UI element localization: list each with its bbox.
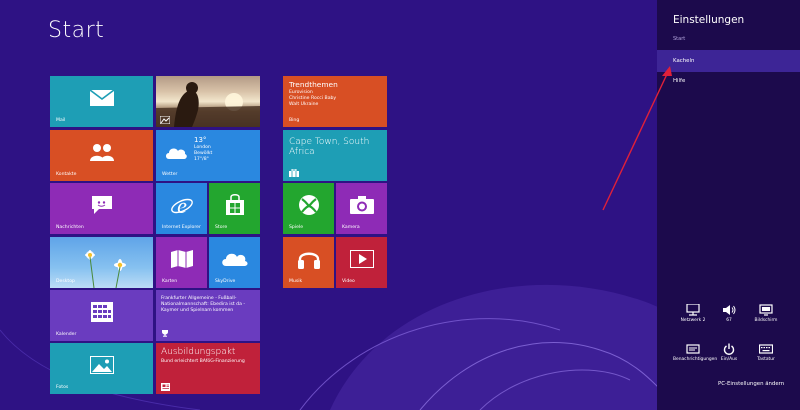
tile-kontakte[interactable]: Kontakte — [50, 130, 153, 181]
news-headline: Frankfurter Allgemeine - Fußball-Nationa… — [161, 296, 246, 313]
quick-setting-label: Netzwerk 2 — [680, 318, 706, 323]
tile-wetter[interactable]: 13° London Bewölkt 17°/8° Wetter — [156, 130, 260, 181]
travel-title: Cape Town, South Africa — [289, 137, 370, 157]
messaging-icon — [91, 195, 112, 214]
quick-setting-notifications[interactable]: Benachrichtigungen — [673, 343, 718, 363]
weather-range: 17°/8° — [194, 157, 209, 162]
photos-badge-icon — [160, 116, 170, 124]
headphones-icon — [297, 252, 320, 269]
tile-label: Nachrichten — [56, 225, 84, 230]
tile-label: Fotos — [56, 385, 69, 390]
tile-ausbildungspakt[interactable]: Ausbildungspakt Bund erleichtert BAföG-F… — [156, 343, 260, 394]
quick-setting-label: Bildschirm — [754, 318, 778, 323]
tile-label: SkyDrive — [215, 279, 236, 284]
tile-label: Musik — [289, 279, 303, 284]
charm-title: Einstellungen — [673, 14, 745, 26]
photo-image — [156, 82, 260, 127]
tile-label: Karten — [162, 279, 178, 284]
tile-label: Desktop — [56, 279, 75, 284]
tile-kamera[interactable]: Kamera — [336, 183, 387, 234]
news-badge-icon — [161, 383, 170, 391]
tile-photo[interactable] — [156, 76, 260, 127]
tile-label: Internet Explorer — [162, 225, 201, 230]
quick-setting-keyboard[interactable]: Tastatur — [746, 343, 786, 363]
quick-setting-label: Tastatur — [757, 357, 775, 362]
quick-setting-label: Ein/Aus — [720, 357, 738, 362]
tile-karten[interactable]: Karten — [156, 237, 207, 288]
tile-spiele[interactable]: Spiele — [283, 183, 334, 234]
pc-settings-link[interactable]: PC-Einstellungen ändern — [718, 381, 784, 387]
trend-item: Walt Ukraine — [289, 102, 319, 107]
tile-label: Kontakte — [56, 172, 77, 177]
xbox-games-icon — [298, 194, 319, 215]
tile-desktop[interactable]: Desktop — [50, 237, 153, 288]
tile-kalender[interactable]: Kalender — [50, 290, 153, 341]
tile-fotos[interactable]: Fotos — [50, 343, 153, 394]
quick-setting-label: Benachrichtigungen — [673, 357, 718, 362]
tile-label: Kalender — [56, 332, 77, 337]
keyboard-icon — [759, 344, 773, 354]
charm-subtitle: Start — [673, 36, 686, 42]
skydrive-cloud-icon — [221, 253, 248, 266]
tile-label: Video — [342, 279, 355, 284]
maps-icon — [170, 249, 193, 268]
tile-faz-news[interactable]: Frankfurter Allgemeine - Fußball-Nationa… — [156, 290, 260, 341]
news-title: Ausbildungspakt — [161, 347, 236, 357]
tile-label: Spiele — [289, 225, 304, 230]
page-title: Start — [48, 18, 105, 43]
tile-internet-explorer[interactable]: e Internet Explorer — [156, 183, 207, 234]
notifications-icon — [686, 344, 700, 354]
tile-label: Bing — [289, 118, 300, 123]
store-icon — [225, 193, 244, 215]
quick-setting-volume[interactable]: 67 — [709, 304, 749, 324]
tile-label: Store — [215, 225, 228, 230]
camera-icon — [349, 195, 374, 214]
svg-text:e: e — [177, 193, 187, 217]
charm-item-kacheln[interactable]: Kacheln — [657, 50, 800, 72]
mail-icon — [89, 89, 114, 106]
people-icon — [89, 143, 114, 161]
tile-nachrichten[interactable]: Nachrichten — [50, 183, 153, 234]
tile-trendthemen[interactable]: Trendthemen Eurovision Christine Rocci B… — [283, 76, 387, 127]
photos-icon — [89, 355, 114, 374]
cloud-icon — [166, 148, 187, 159]
tile-musik[interactable]: Musik — [283, 237, 334, 288]
tile-label: Wetter — [162, 172, 178, 177]
tile-store[interactable]: Store — [209, 183, 260, 234]
trophy-icon — [162, 330, 168, 337]
quick-setting-screen[interactable]: Bildschirm — [746, 304, 786, 324]
calendar-icon — [90, 301, 113, 322]
network-icon — [686, 304, 700, 316]
tile-skydrive[interactable]: SkyDrive — [209, 237, 260, 288]
video-icon — [349, 249, 374, 268]
quick-setting-network[interactable]: Netzwerk 2 — [673, 304, 713, 324]
volume-icon — [723, 305, 736, 315]
travel-icon — [289, 169, 299, 177]
charm-item-hilfe[interactable]: Hilfe — [657, 70, 800, 92]
quick-setting-power[interactable]: Ein/Aus — [709, 343, 749, 363]
settings-charm-panel: Einstellungen Start Kacheln Hilfe Netzwe… — [657, 0, 800, 410]
internet-explorer-icon: e — [170, 193, 193, 217]
news-subtitle: Bund erleichtert BAföG-Finanzierung — [161, 359, 245, 364]
weather-temp: 13° — [194, 136, 207, 144]
screen-icon — [759, 304, 773, 316]
trend-title: Trendthemen — [289, 80, 338, 89]
tile-label: Mail — [56, 118, 66, 123]
tile-video[interactable]: Video — [336, 237, 387, 288]
tile-mail[interactable]: Mail — [50, 76, 153, 127]
quick-setting-label: 67 — [726, 318, 732, 323]
tile-cape-town[interactable]: Cape Town, South Africa — [283, 130, 387, 181]
tile-label: Kamera — [342, 225, 360, 230]
power-icon — [723, 343, 735, 355]
